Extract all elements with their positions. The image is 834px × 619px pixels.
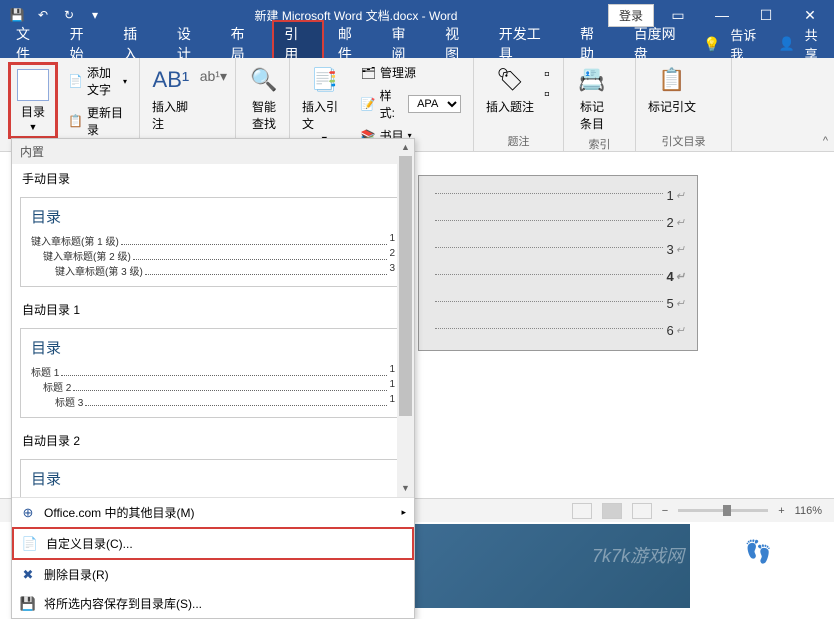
auto-toc1-label: 自动目录 1 xyxy=(12,295,414,324)
caption-group-label: 题注 xyxy=(482,131,555,149)
custom-toc[interactable]: 📄自定义目录(C)... xyxy=(12,527,414,560)
web-layout-icon[interactable] xyxy=(632,503,652,519)
sources-icon: 🗂 xyxy=(361,66,376,80)
toc-row: 2↵ xyxy=(431,209,685,236)
remove-icon: ✖ xyxy=(20,567,36,583)
toc-row: 1↵ xyxy=(431,182,685,209)
print-layout-icon[interactable] xyxy=(602,503,622,519)
lookup-icon: 🔍 xyxy=(248,64,280,96)
caption-small-icon[interactable]: ▫ xyxy=(544,66,550,84)
toc-field[interactable]: 1↵ 2↵ 3↵ 4↵ 5↵ 6↵ xyxy=(418,175,698,351)
insert-caption-button[interactable]: 🏷 插入题注 xyxy=(482,62,538,117)
toc-icon xyxy=(17,69,49,101)
zoom-level[interactable]: 116% xyxy=(795,505,822,517)
save-gallery-icon: 💾 xyxy=(20,596,36,612)
toc-row: 6↵ xyxy=(431,317,685,344)
save-toc-selection[interactable]: 💾将所选内容保存到目录库(S)... xyxy=(12,589,414,618)
share-icon: 👤 xyxy=(778,36,794,52)
footnote-icon: AB¹ xyxy=(155,64,187,96)
doc-icon: 📄 xyxy=(22,536,38,552)
toc-dropdown: 内置 手动目录 目录 键入章标题(第 1 级)1 键入章标题(第 2 级)2 键… xyxy=(11,138,415,619)
more-office-toc[interactable]: ⊕Office.com 中的其他目录(M)▸ xyxy=(12,498,414,527)
endnote-icon[interactable]: ab¹▾ xyxy=(200,68,227,85)
auto-toc2-item[interactable]: 目录 xyxy=(20,459,406,497)
caption-icon: 🏷 xyxy=(494,64,526,96)
style-dropdown[interactable]: APA xyxy=(408,95,461,113)
zoom-in-icon[interactable]: + xyxy=(778,505,784,517)
toc-button[interactable]: 目录 ▼ xyxy=(13,67,53,134)
manage-sources-button[interactable]: 🗂管理源 xyxy=(357,62,465,83)
caption-small2-icon[interactable]: ▫ xyxy=(544,86,550,104)
citation-icon: 📑 xyxy=(308,64,340,96)
menubar: 文件 开始 插入 设计 布局 引用 邮件 审阅 视图 开发工具 帮助 百度网盘 … xyxy=(0,30,834,58)
insert-citation-button[interactable]: 📑 插入引文 ▼ xyxy=(298,62,351,146)
index-icon: 📇 xyxy=(576,64,608,96)
ribbon-collapse-icon[interactable]: ^ xyxy=(823,135,828,147)
toc-row: 3↵ xyxy=(431,236,685,263)
toa-icon: 📋 xyxy=(656,64,688,96)
index-group-label: 索引 xyxy=(572,134,627,152)
add-text-button[interactable]: 📄添加文字▾ xyxy=(64,62,131,100)
auto-toc1-item[interactable]: 目录 标题 11 标题 21 标题 31 xyxy=(20,328,406,418)
globe-icon: ⊕ xyxy=(20,505,36,521)
insert-footnote-button[interactable]: AB¹ 插入脚注 xyxy=(148,62,194,134)
zoom-out-icon[interactable]: − xyxy=(662,505,668,517)
watermark-overlay: 7k7k游戏网 xyxy=(592,542,684,568)
read-mode-icon[interactable] xyxy=(572,503,592,519)
zoom-slider[interactable] xyxy=(678,509,768,512)
bulb-icon: 💡 xyxy=(703,36,720,53)
toa-group-label: 引文目录 xyxy=(644,131,723,149)
chevron-down-icon: ▼ xyxy=(29,122,38,132)
manual-toc-label: 手动目录 xyxy=(12,164,414,193)
style-icon: 📝 xyxy=(361,97,376,111)
mark-entry-button[interactable]: 📇 标记 条目 xyxy=(572,62,612,134)
dropdown-scrollbar[interactable]: ▲ ▼ xyxy=(397,139,414,497)
update-icon: 📋 xyxy=(68,114,83,128)
builtin-header: 内置 xyxy=(12,139,414,164)
document-area: 1↵ 2↵ 3↵ 4↵ 5↵ 6↵ xyxy=(418,175,698,455)
auto-toc2-label: 自动目录 2 xyxy=(12,426,414,455)
toc-button-label: 目录 xyxy=(21,103,45,120)
watermark: Bai👣经验 jingyan.baidu.com xyxy=(704,534,822,580)
update-toc-button[interactable]: 📋更新目录 xyxy=(64,102,131,140)
citation-style-select[interactable]: 📝样式: APA xyxy=(357,85,465,123)
toc-row: 5↵ xyxy=(431,290,685,317)
remove-toc[interactable]: ✖删除目录(R) xyxy=(12,560,414,589)
mark-citation-button[interactable]: 📋 标记引文 xyxy=(644,62,700,117)
toc-row: 4↵ xyxy=(431,263,685,290)
smart-lookup-button[interactable]: 🔍 智能 查找 xyxy=(244,62,284,134)
add-text-icon: 📄 xyxy=(68,74,83,88)
manual-toc-item[interactable]: 目录 键入章标题(第 1 级)1 键入章标题(第 2 级)2 键入章标题(第 3… xyxy=(20,197,406,287)
